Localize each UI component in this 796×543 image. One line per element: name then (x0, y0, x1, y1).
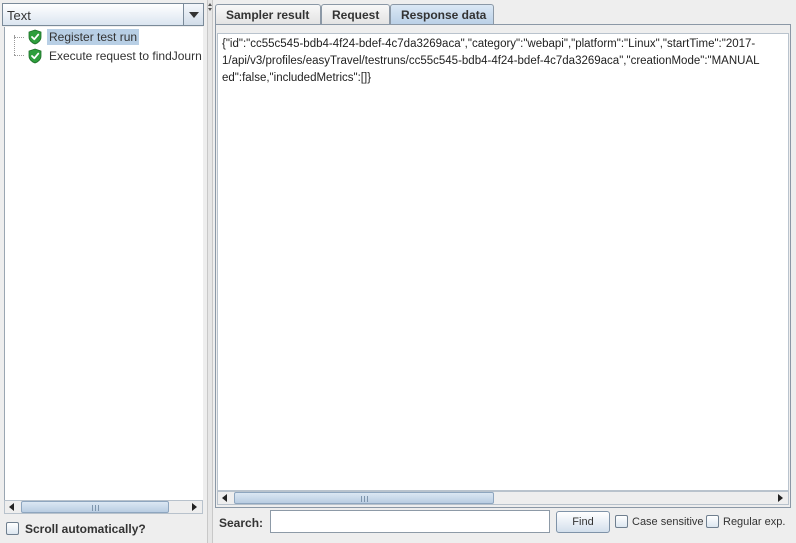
tab-request[interactable]: Request (321, 4, 390, 24)
grip-line (364, 496, 365, 502)
response-body-text[interactable]: {"id":"cc55c545-bdb4-4f24-bdef-4c7da3269… (217, 33, 789, 491)
response-line: {"id":"cc55c545-bdb4-4f24-bdef-4c7da3269… (222, 38, 756, 50)
scroll-automatically-checkbox[interactable] (6, 522, 19, 535)
scroll-left-button[interactable] (5, 501, 19, 513)
renderer-select[interactable]: Text (2, 3, 204, 26)
results-tree[interactable]: Register test run Execute request to fin… (4, 27, 203, 500)
tab-label: Request (332, 8, 380, 22)
search-bar: Search: Find Case sensitive Regular exp. (213, 510, 796, 538)
chevron-down-icon (189, 12, 199, 18)
find-button[interactable]: Find (556, 511, 610, 533)
scroll-right-button[interactable] (188, 501, 202, 513)
scroll-right-button[interactable] (774, 492, 788, 504)
grip-line (361, 496, 362, 502)
regular-exp-label: Regular exp. (723, 516, 786, 528)
tree-item-label: Register test run (47, 29, 140, 45)
regular-exp-checkbox[interactable] (706, 515, 719, 528)
renderer-select-value: Text (7, 8, 31, 23)
scroll-right-icon (778, 494, 783, 502)
tree-horizontal-scrollbar[interactable] (4, 500, 203, 514)
result-detail-panel: Sampler result Request Response data {"i… (213, 0, 796, 543)
tab-label: Sampler result (226, 8, 310, 22)
renderer-dropdown-button[interactable] (183, 4, 203, 25)
tab-label: Response data (401, 8, 487, 22)
scroll-left-button[interactable] (218, 492, 232, 504)
results-tree-panel: Text Register test run Execute request t… (0, 0, 207, 543)
scrollbar-thumb[interactable] (21, 501, 169, 513)
tab-sampler-result[interactable]: Sampler result (215, 4, 321, 24)
collapse-up-icon[interactable] (208, 3, 212, 6)
scroll-automatically-label: Scroll automatically? (25, 522, 146, 536)
tree-item-label: Execute request to findJourn (49, 49, 202, 63)
tree-item-execute-request[interactable]: Execute request to findJourn (5, 47, 203, 65)
case-sensitive-label: Case sensitive (632, 516, 704, 528)
scroll-left-icon (222, 494, 227, 502)
response-line: ed":false,"includedMetrics":[]} (222, 72, 372, 84)
grip-line (92, 505, 93, 511)
expand-down-icon[interactable] (208, 8, 212, 11)
tree-item-register-test-run[interactable]: Register test run (5, 28, 203, 46)
success-shield-icon (28, 29, 42, 45)
response-horizontal-scrollbar[interactable] (217, 491, 789, 505)
case-sensitive-checkbox[interactable] (615, 515, 628, 528)
grip-line (367, 496, 368, 502)
search-input[interactable] (270, 510, 550, 533)
success-shield-icon (28, 48, 42, 64)
tab-response-data[interactable]: Response data (390, 4, 494, 25)
grip-line (98, 505, 99, 511)
scroll-right-icon (192, 503, 197, 511)
scroll-left-icon (9, 503, 14, 511)
response-data-panel: {"id":"cc55c545-bdb4-4f24-bdef-4c7da3269… (215, 24, 791, 508)
grip-line (95, 505, 96, 511)
response-line: 1/api/v3/profiles/easyTravel/testruns/cc… (222, 55, 760, 67)
search-label: Search: (219, 516, 264, 530)
scrollbar-thumb[interactable] (234, 492, 494, 504)
